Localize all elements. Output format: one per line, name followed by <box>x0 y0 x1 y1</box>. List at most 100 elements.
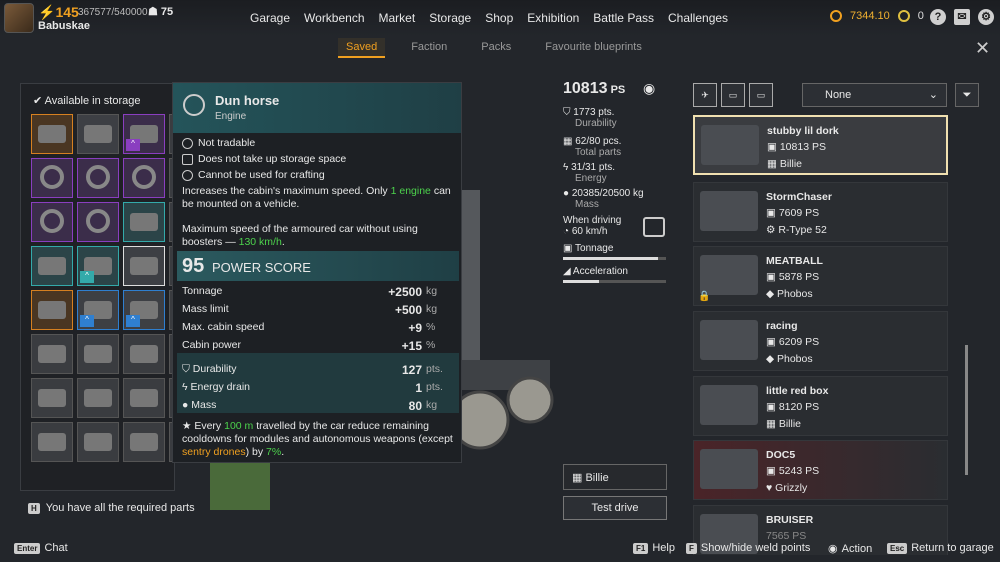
storage-item[interactable]: ^ <box>123 114 165 154</box>
tab-packs[interactable]: Packs <box>473 38 519 58</box>
mail-icon[interactable]: ✉ <box>954 9 970 25</box>
weight-icon: ● <box>182 399 189 411</box>
tab-saved[interactable]: Saved <box>338 38 386 58</box>
item-type: Engine <box>215 111 247 122</box>
player-rank: ☗ 75 <box>148 6 174 18</box>
storage-title[interactable]: ✔ Available in storage <box>33 94 140 107</box>
nav-battle-pass[interactable]: Battle Pass <box>593 11 654 25</box>
vehicle-card[interactable]: stubby lil dork ▣ 10813 PS ▦ Billie <box>693 115 948 175</box>
stat-mass-limit: Mass limit +500 kg <box>182 303 438 317</box>
storage-item[interactable] <box>31 378 73 418</box>
storage-item[interactable] <box>31 246 73 286</box>
storage-item[interactable]: ^ <box>77 246 119 286</box>
drone-filter-icon[interactable]: ✈ <box>693 83 717 107</box>
badge-icon <box>897 10 910 22</box>
storage-item[interactable] <box>31 334 73 374</box>
storage-item[interactable] <box>77 334 119 374</box>
help-icon[interactable]: ? <box>930 9 946 25</box>
nav-challenges[interactable]: Challenges <box>668 11 728 25</box>
storage-item[interactable] <box>31 422 73 462</box>
vehicle-energy: ϟ 31/31 pts. Energy <box>563 162 615 184</box>
return-hint[interactable]: Esc Return to garage <box>887 542 994 554</box>
storage-item[interactable] <box>77 202 119 242</box>
help-hint[interactable]: F1 Help <box>633 542 675 554</box>
vehicle-card[interactable]: DOC5 ▣ 5243 PS ♥ Grizzly <box>693 440 948 500</box>
tooltip-header: Dun horse Engine <box>173 83 461 133</box>
test-drive-button[interactable]: Test drive <box>563 496 667 520</box>
stat-durability: ⛉ Durability 127 pts. <box>182 363 443 377</box>
flag-not-tradable: Not tradable <box>182 137 255 149</box>
nav-storage[interactable]: Storage <box>429 11 471 25</box>
item-name: Dun horse <box>215 93 280 108</box>
main-nav: Garage Workbench Market Storage Shop Exh… <box>250 11 728 25</box>
tab-favourite-blueprints[interactable]: Favourite blueprints <box>537 38 650 58</box>
nav-exhibition[interactable]: Exhibition <box>527 11 579 25</box>
list-scrollbar[interactable] <box>965 345 968 475</box>
badges-value: 0 <box>917 10 924 22</box>
coins-value: 7344.10 <box>850 10 890 22</box>
storage-item[interactable] <box>31 158 73 198</box>
eye-icon[interactable]: ◉ <box>643 80 655 97</box>
stat-max-cabin-speed: Max. cabin speed +9% <box>182 321 436 335</box>
car-filter-icon[interactable]: ▭ <box>721 83 745 107</box>
lightning-icon: ϟ <box>182 381 188 393</box>
top-bar: ⚡145 367577/540000 ☗ 75 Babuskae Garage … <box>0 0 1000 36</box>
tab-faction[interactable]: Faction <box>403 38 455 58</box>
avatar[interactable] <box>4 3 34 33</box>
star-icon: ★ <box>182 420 192 432</box>
currency[interactable]: 7344.10 0 <box>830 10 924 22</box>
storage-item[interactable] <box>123 334 165 374</box>
coin-icon <box>830 10 842 22</box>
power-score-value: 95 <box>182 255 205 277</box>
storage-item[interactable]: ^ <box>77 290 119 330</box>
storage-item[interactable] <box>31 290 73 330</box>
storage-item[interactable] <box>123 158 165 198</box>
storage-panel: ✔ Available in storage ^ ^ ^ ^ <box>20 83 211 491</box>
vehicle-parts: ▦ 62/80 pcs. Total parts <box>563 136 622 158</box>
storage-item[interactable] <box>77 158 119 198</box>
no-crafting-icon <box>182 169 193 181</box>
gear-icon[interactable]: ⚙ <box>978 9 994 25</box>
vehicle-card[interactable]: racing ▣ 6209 PS ◆ Phobos <box>693 311 948 371</box>
h-key-icon: H <box>28 502 40 514</box>
storage-item[interactable] <box>77 114 119 154</box>
nav-shop[interactable]: Shop <box>485 11 513 25</box>
truck-filter-icon[interactable]: ▭ <box>749 83 773 107</box>
power-score-band: 95 POWER SCORE <box>177 251 459 281</box>
storage-item[interactable] <box>123 246 165 286</box>
close-icon[interactable]: ✕ <box>975 38 990 59</box>
flag-no-storage: Does not take up storage space <box>182 153 346 165</box>
vehicle-durability: ⛉ 1773 pts. Durability <box>563 107 617 129</box>
perk-description: ★ Every 100 m travelled by the car reduc… <box>182 420 453 458</box>
description-max-speed: Maximum speed of the armoured car withou… <box>182 223 418 248</box>
engine-icon <box>183 94 205 116</box>
crew-button[interactable]: ▦ Billie <box>563 464 667 490</box>
storage-item[interactable] <box>77 422 119 462</box>
storage-item[interactable] <box>77 378 119 418</box>
storage-item[interactable] <box>31 114 73 154</box>
stat-tonnage: Tonnage +2500 kg <box>182 285 438 299</box>
nav-market[interactable]: Market <box>379 11 416 25</box>
no-storage-icon <box>182 153 193 165</box>
nav-workbench[interactable]: Workbench <box>304 11 364 25</box>
storage-item[interactable] <box>123 422 165 462</box>
chat-hint[interactable]: Enter Chat <box>14 542 68 554</box>
chevron-down-icon: ⌄ <box>928 89 938 101</box>
vehicle-card[interactable]: StormChaser ▣ 7609 PS ⚙ R-Type 52 <box>693 182 948 242</box>
storage-item[interactable] <box>31 202 73 242</box>
stat-cabin-power: Cabin power +15% <box>182 339 436 353</box>
weld-hint[interactable]: F Show/hide weld points <box>686 542 810 554</box>
sort-dropdown[interactable]: None ⌄ <box>802 83 947 107</box>
action-hint[interactable]: ◉ Action <box>828 542 872 556</box>
storage-item[interactable]: ^ <box>123 290 165 330</box>
stat-mass: ● Mass 80 kg <box>182 399 438 413</box>
filter-icon[interactable]: ⏷ <box>955 83 979 107</box>
nav-garage[interactable]: Garage <box>250 11 290 25</box>
vehicle-card[interactable]: 🔒 MEATBALL ▣ 5878 PS ◆ Phobos <box>693 246 948 306</box>
storage-item[interactable] <box>123 378 165 418</box>
storage-item[interactable] <box>123 202 165 242</box>
car-front-icon <box>643 217 665 237</box>
vehicle-power-score: 10813 PS ◉ <box>563 80 656 97</box>
vehicle-speed: When driving ◔ 60 km/h <box>563 215 673 237</box>
vehicle-card[interactable]: little red box ▣ 8120 PS ▦ Billie <box>693 376 948 436</box>
